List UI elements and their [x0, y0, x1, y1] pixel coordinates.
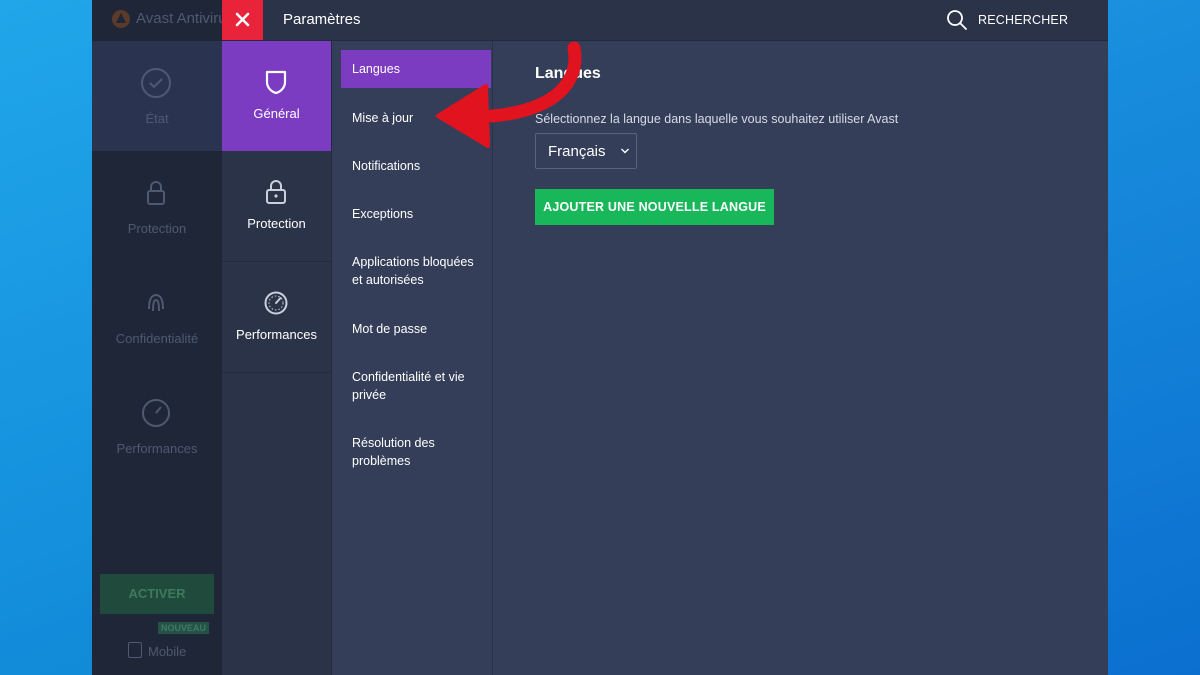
fingerprint-icon [148, 293, 164, 312]
avast-logo-icon [112, 10, 130, 28]
bg-nav-confidentialite: Confidentialité [92, 261, 222, 371]
add-language-button[interactable]: AJOUTER UNE NOUVELLE LANGUE [535, 189, 774, 225]
background-app-title: Avast Antivirus [136, 10, 235, 27]
bg-nav-label: Protection [127, 221, 187, 236]
bg-nav-label: Performances [116, 441, 198, 456]
background-app-window: Avast Antivirus État Protection Confiden… [92, 0, 234, 675]
category-label: Général [253, 106, 300, 121]
subnav-label: Exceptions [352, 207, 414, 221]
subnav-label: Mot de passe [352, 322, 428, 336]
bg-activate-button: ACTIVER [100, 574, 214, 614]
chevron-down-icon [621, 148, 629, 154]
bg-nav-protection: Protection [92, 151, 222, 261]
subnav-item-exceptions[interactable]: Exceptions [341, 205, 491, 223]
subnav-item-applications[interactable]: Applications bloquées et autorisées [341, 253, 481, 289]
search-icon [947, 10, 967, 30]
close-icon [235, 12, 250, 27]
category-label: Protection [247, 216, 306, 231]
gauge-icon [142, 399, 170, 427]
subnav-item-mot-de-passe[interactable]: Mot de passe [341, 320, 491, 338]
subnav-item-confidentialite[interactable]: Confidentialité et vie privée [341, 368, 481, 404]
lock-icon [266, 180, 286, 204]
settings-window: Paramètres RECHERCHER Général Protection [222, 0, 1108, 675]
mobile-icon [128, 642, 142, 658]
bg-nav-performances: Performances [92, 371, 222, 481]
category-performances[interactable]: Performances [222, 262, 331, 373]
bg-nav-label: Confidentialité [115, 331, 199, 346]
search-label: RECHERCHER [978, 13, 1069, 27]
bg-mobile-link: Mobile [128, 642, 186, 659]
bg-nav-label: État [145, 111, 169, 126]
subnav-item-resolution[interactable]: Résolution des problèmes [341, 434, 451, 470]
bg-nav-etat: État [92, 41, 222, 151]
subnav-label: Confidentialité et vie privée [352, 370, 465, 402]
category-protection[interactable]: Protection [222, 151, 331, 262]
category-general[interactable]: Général [222, 41, 331, 151]
bg-new-badge: NOUVEAU [158, 622, 210, 634]
settings-topbar: Paramètres RECHERCHER [222, 0, 1108, 41]
category-label: Performances [236, 327, 317, 342]
desktop-background-right [1108, 0, 1200, 675]
lock-icon [147, 181, 165, 205]
subnav-label: Applications bloquées et autorisées [352, 255, 474, 287]
search-button[interactable]: RECHERCHER [946, 8, 1068, 32]
category-sidebar: Général Protection Performances [222, 41, 332, 675]
annotation-arrow-icon [436, 41, 582, 148]
settings-title: Paramètres [283, 11, 361, 28]
shield-icon [265, 70, 287, 95]
subnav-label: Résolution des problèmes [352, 436, 435, 468]
gauge-icon [264, 291, 288, 315]
close-button[interactable] [222, 0, 263, 40]
check-circle-icon [141, 68, 171, 98]
desktop-background-left [0, 0, 92, 675]
bg-mobile-label: Mobile [148, 644, 187, 659]
